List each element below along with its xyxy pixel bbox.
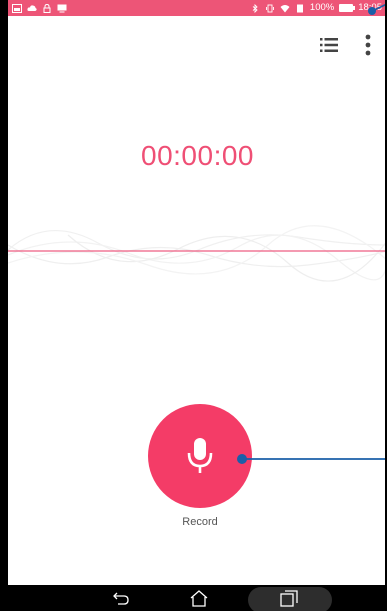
back-icon (113, 592, 129, 605)
wifi-icon (280, 4, 290, 12)
menu-callout (368, 4, 385, 15)
vibrate-icon (265, 4, 274, 12)
record-label: Record (182, 516, 218, 528)
home-icon (190, 589, 208, 607)
battery-icon (339, 4, 356, 12)
record-callout (237, 454, 385, 464)
cloud-upload-icon (27, 4, 37, 11)
back-button[interactable] (110, 588, 132, 608)
microphone-icon (187, 438, 213, 473)
status-bar-left (12, 3, 67, 13)
recents-icon (280, 589, 298, 607)
device-frame: 100% 18:05 00:00:00 (0, 0, 387, 611)
gallery-icon (12, 3, 22, 13)
status-bar: 100% 18:05 (8, 0, 385, 16)
waveform-visualizer (8, 225, 385, 282)
bluetooth-icon (252, 3, 258, 13)
lock-icon (43, 3, 51, 13)
status-bar-right: 100% 18:05 (250, 0, 382, 16)
navigation-bar (8, 585, 385, 611)
battery-saver-icon (296, 4, 303, 12)
screen-cast-icon (57, 4, 67, 12)
battery-percent: 100% (309, 2, 335, 13)
list-icon[interactable] (320, 38, 338, 52)
home-button[interactable] (188, 588, 210, 608)
more-vert-icon[interactable] (365, 34, 371, 56)
elapsed-timer: 00:00:00 (141, 140, 254, 171)
recents-button[interactable] (278, 588, 300, 608)
